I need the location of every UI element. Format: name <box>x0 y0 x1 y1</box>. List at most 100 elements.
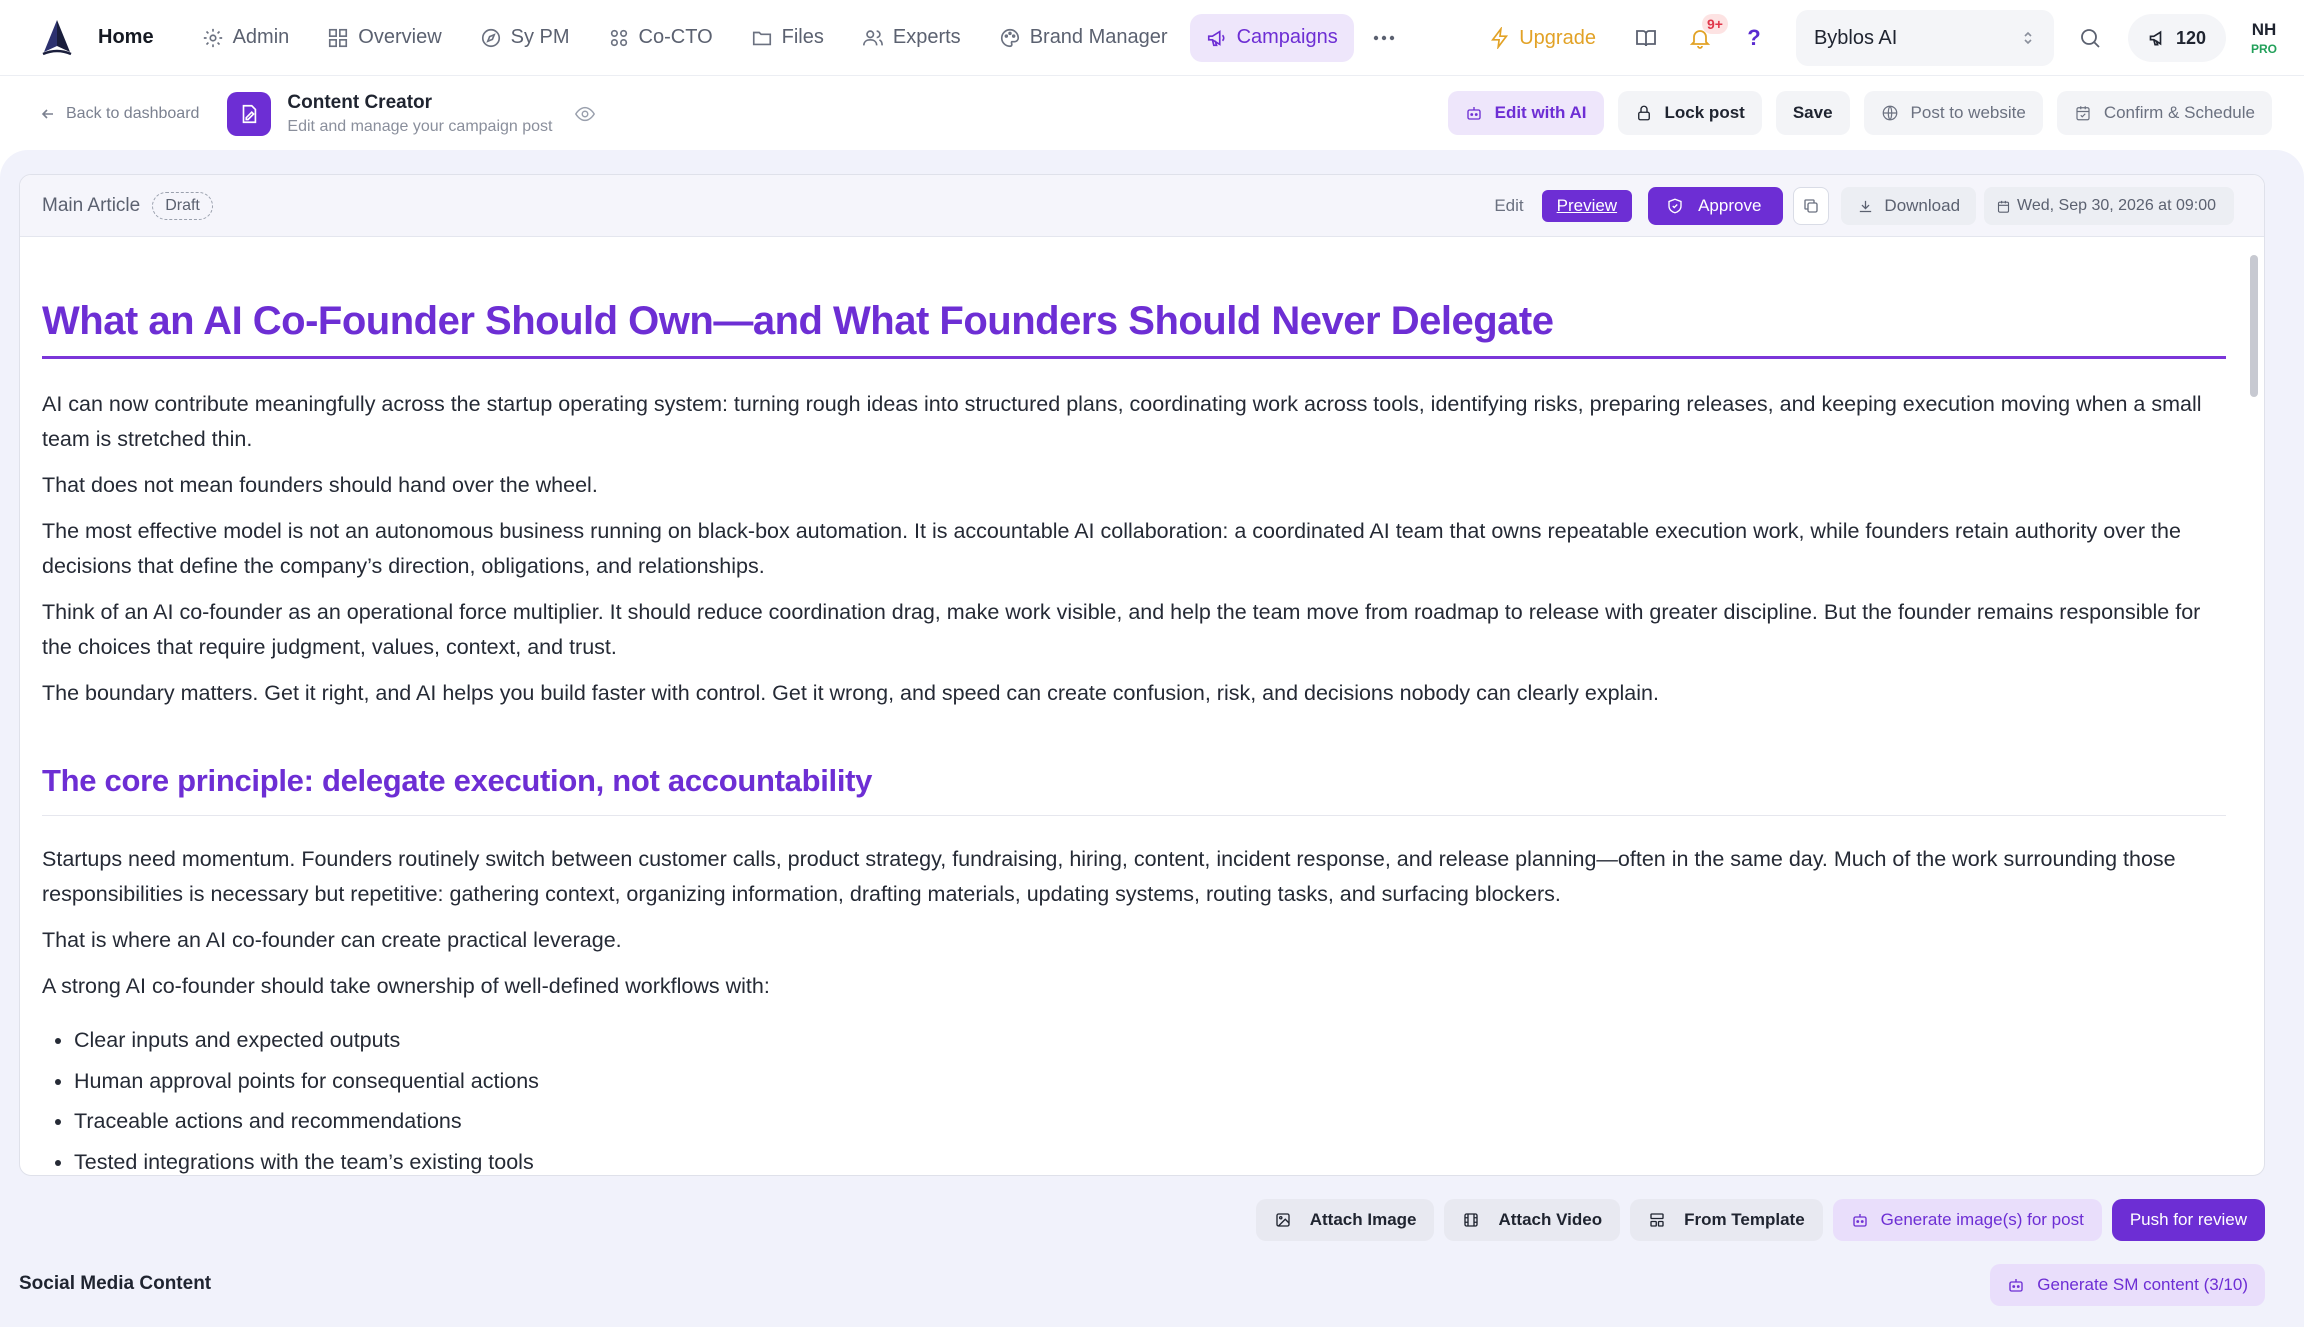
lock-post-label: Lock post <box>1664 103 1745 122</box>
sub-header: Back to dashboard Content Creator Edit a… <box>0 77 2304 150</box>
credits-badge[interactable]: 120 <box>2127 14 2226 62</box>
search-button[interactable] <box>2068 16 2112 60</box>
film-icon <box>1464 1213 1479 1227</box>
generate-images-button[interactable]: Generate image(s) for post <box>1832 1199 2102 1241</box>
nav-files-label: Files <box>781 26 824 48</box>
help-icon: ? <box>1747 25 1761 50</box>
eye-icon[interactable] <box>574 103 596 125</box>
more-icon[interactable] <box>1360 14 1408 62</box>
robot-icon <box>2009 1279 2023 1292</box>
page-title-block: Content Creator Edit and manage your cam… <box>287 92 552 136</box>
confirm-schedule-label: Confirm & Schedule <box>2103 103 2255 122</box>
shield-check-icon <box>1668 198 1682 214</box>
generate-sm-label: Generate SM content (3/10) <box>2037 1275 2248 1294</box>
attach-video-label: Attach Video <box>1498 1210 1603 1229</box>
edit-with-ai-label: Edit with AI <box>1494 103 1587 122</box>
nav-home-label: Home <box>98 26 154 48</box>
tab-edit[interactable]: Edit <box>1494 196 1523 216</box>
upgrade-button[interactable]: Upgrade <box>1489 27 1596 50</box>
post-to-website-button[interactable]: Post to website <box>1863 91 2043 135</box>
save-button[interactable]: Save <box>1775 91 1850 135</box>
template-icon <box>1650 1213 1664 1227</box>
logo-icon[interactable] <box>40 18 74 58</box>
avatar[interactable]: NH PRO <box>2244 20 2284 56</box>
nav-overview-label: Overview <box>358 26 442 48</box>
social-media-heading: Social Media Content <box>19 1273 212 1294</box>
book-icon <box>1636 30 1656 47</box>
back-link[interactable]: Back to dashboard <box>40 105 199 123</box>
main-article-editor: Main Article Draft Edit Preview Approve … <box>19 174 2265 1176</box>
approve-button[interactable]: Approve <box>1648 187 1784 225</box>
nav-experts[interactable]: Experts <box>846 14 977 62</box>
search-icon <box>2081 29 2100 48</box>
copy-button[interactable] <box>1793 187 1830 225</box>
media-actions: Attach Image Attach Video From Template … <box>1246 1199 2265 1241</box>
back-label: Back to dashboard <box>66 104 200 122</box>
content-creator-icon <box>227 91 272 136</box>
compass-icon <box>481 28 500 47</box>
credits-count: 120 <box>2175 27 2206 48</box>
schedule-date-label: Wed, Sep 30, 2026 at 09:00 <box>2017 197 2216 214</box>
attach-image-button[interactable]: Attach Image <box>1255 1199 1435 1241</box>
nav-admin[interactable]: Admin <box>186 14 306 62</box>
confirm-schedule-button[interactable]: Confirm & Schedule <box>2056 91 2272 135</box>
scrollbar[interactable] <box>2250 255 2258 397</box>
help-button[interactable]: ? <box>1732 16 1776 60</box>
paragraph: Think of an AI co-founder as an operatio… <box>42 600 2201 659</box>
gear-icon <box>203 28 222 47</box>
generate-images-label: Generate image(s) for post <box>1880 1210 2084 1229</box>
schedule-date[interactable]: Wed, Sep 30, 2026 at 09:00 <box>1984 187 2234 225</box>
nav-sy-pm[interactable]: Sy PM <box>464 14 586 62</box>
nav-home[interactable]: Home <box>92 14 170 62</box>
list-item: Traceable actions and recommendations <box>74 1101 2226 1142</box>
download-button[interactable]: Download <box>1841 187 1977 225</box>
from-template-button[interactable]: From Template <box>1630 1199 1823 1241</box>
page-subtitle: Edit and manage your campaign post <box>287 117 553 135</box>
push-for-review-label: Push for review <box>2129 1210 2247 1229</box>
nav-files[interactable]: Files <box>735 14 840 62</box>
paragraph: Startups need momentum. Founders routine… <box>42 847 2176 906</box>
tab-preview[interactable]: Preview <box>1541 190 1633 222</box>
generate-sm-button[interactable]: Generate SM content (3/10) <box>1990 1264 2265 1306</box>
book-button[interactable] <box>1624 16 1668 60</box>
nav-sy-pm-label: Sy PM <box>510 26 570 48</box>
nav-right: Upgrade 9+ ? Byblos AI 120 NH PRO <box>1489 0 2284 76</box>
top-nav: Home Admin Overview Sy PM Co-CTO Files E… <box>0 0 2304 76</box>
nav-co-cto[interactable]: Co-CTO <box>592 14 729 62</box>
copy-icon <box>1804 199 1819 213</box>
article-title: What an AI Co-Founder Should Own—and Wha… <box>42 299 2226 359</box>
paragraph: A strong AI co-founder should take owner… <box>42 974 770 998</box>
upgrade-label: Upgrade <box>1519 26 1596 49</box>
users-icon <box>862 29 883 45</box>
attach-video-button[interactable]: Attach Video <box>1444 1199 1621 1241</box>
paragraph: That does not mean founders should hand … <box>42 473 598 497</box>
section-label: Main Article <box>42 194 141 216</box>
workspace-selector[interactable]: Byblos AI <box>1795 10 2054 66</box>
editor-toolbar: Main Article Draft Edit Preview Approve … <box>20 175 2264 237</box>
avatar-initials: NH <box>2251 20 2277 39</box>
status-badge: Draft <box>152 191 213 220</box>
nav-campaigns-label: Campaigns <box>1236 26 1338 48</box>
list-item: Tested integrations with the team’s exis… <box>74 1142 2226 1176</box>
workspace-name: Byblos AI <box>1813 26 1898 49</box>
list-item: Clear inputs and expected outputs <box>74 1020 2226 1061</box>
nav-campaigns[interactable]: Campaigns <box>1189 13 1354 62</box>
download-label: Download <box>1884 196 1961 215</box>
nav-brand-manager-label: Brand Manager <box>1029 26 1168 48</box>
article-preview: What an AI Co-Founder Should Own—and Wha… <box>42 237 2226 1175</box>
nav-brand-manager[interactable]: Brand Manager <box>983 14 1184 62</box>
notifications-button[interactable]: 9+ <box>1678 14 1728 60</box>
edit-with-ai-button[interactable]: Edit with AI <box>1447 91 1604 135</box>
push-for-review-button[interactable]: Push for review <box>2111 1199 2265 1241</box>
lock-post-button[interactable]: Lock post <box>1617 91 1762 135</box>
nav-overview[interactable]: Overview <box>311 14 457 62</box>
palette-icon <box>1000 28 1019 47</box>
post-actions: Edit with AI Lock post Save Post to webs… <box>1434 91 2272 135</box>
plan-badge: PRO <box>2250 42 2277 56</box>
page-title: Content Creator <box>287 91 433 113</box>
approve-label: Approve <box>1698 196 1762 215</box>
download-icon <box>1860 200 1872 212</box>
grid-icon <box>329 28 348 47</box>
section-heading: The core principle: delegate execution, … <box>42 763 2226 816</box>
chevron-updown-icon <box>2024 31 2032 45</box>
